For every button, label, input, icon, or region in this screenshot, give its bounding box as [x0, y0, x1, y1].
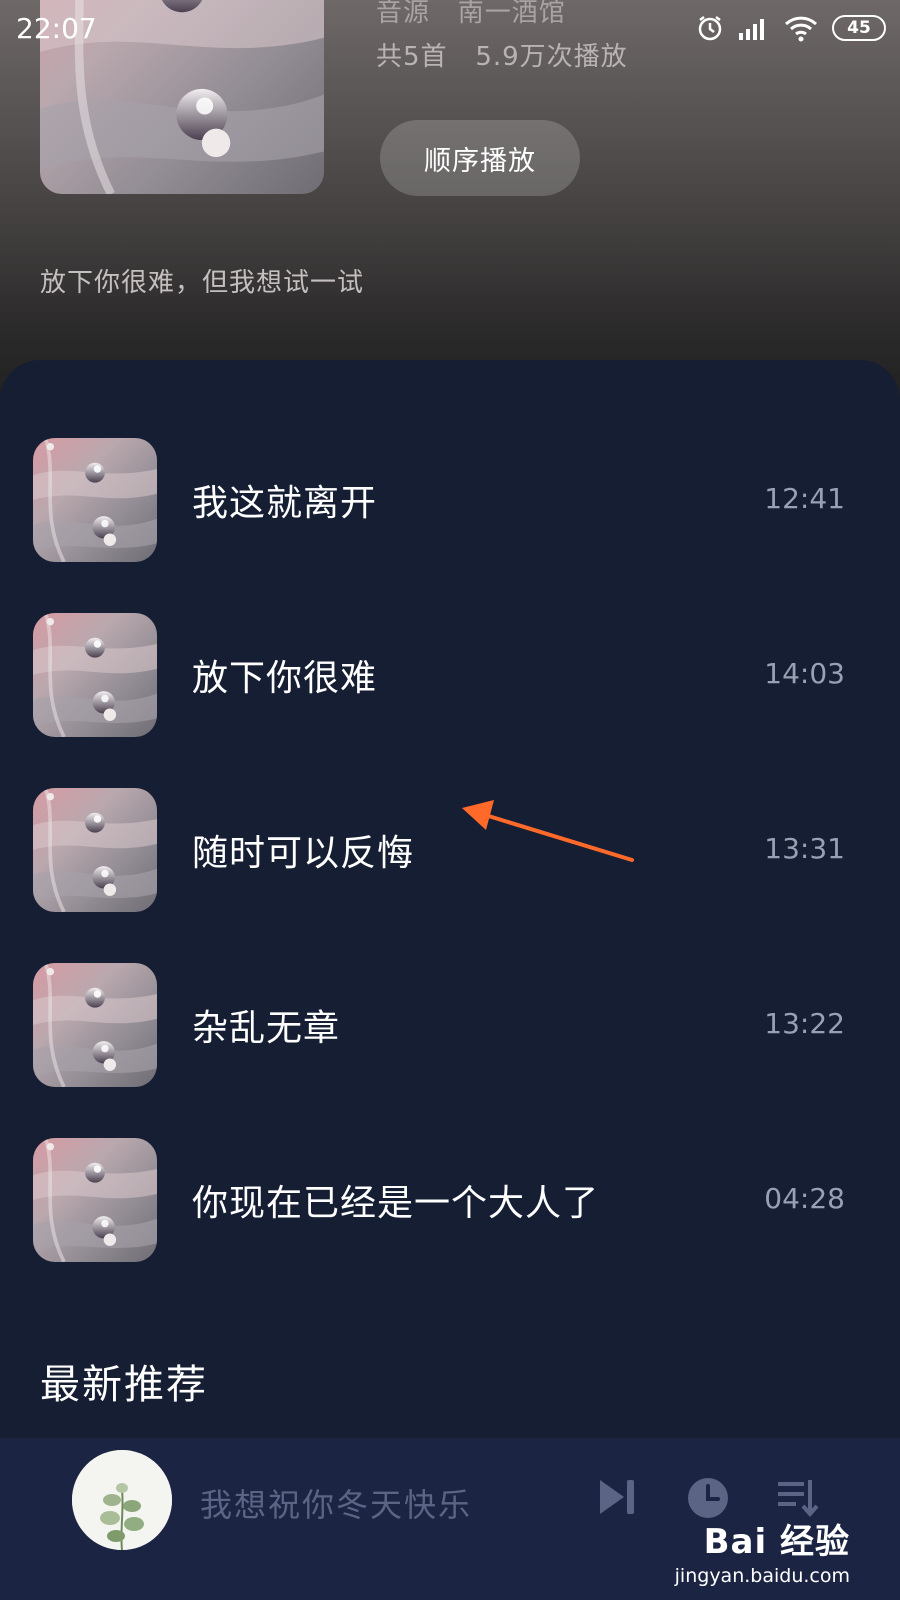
battery-icon: 45	[832, 15, 886, 41]
annotation-arrow-icon	[462, 800, 634, 862]
track-row[interactable]: 我这就离开 12:41	[0, 412, 900, 562]
track-cover	[33, 438, 157, 562]
track-row[interactable]: 你现在已经是一个大人了 04:28	[0, 1112, 900, 1262]
signal-icon	[738, 15, 770, 41]
player-cover[interactable]	[72, 1450, 172, 1550]
track-title: 你现在已经是一个大人了	[192, 1183, 600, 1224]
status-icons: 45	[696, 14, 886, 42]
track-title: 放下你很难	[192, 658, 378, 699]
track-cover	[33, 788, 157, 912]
mini-player[interactable]: 我想祝你冬天快乐 Bai 经验 jingyan.baidu.com	[0, 1438, 900, 1600]
track-cover	[33, 613, 157, 737]
track-title: 我这就离开	[192, 483, 378, 524]
watermark-brand: Bai 经验	[703, 1522, 850, 1562]
track-row[interactable]: 放下你很难 14:03	[0, 587, 900, 737]
album-source: 音源 南一酒馆	[376, 0, 566, 28]
track-duration: 13:31	[764, 832, 845, 865]
alarm-icon	[696, 14, 724, 42]
track-title: 随时可以反悔	[192, 833, 415, 874]
track-duration: 12:41	[764, 482, 845, 515]
track-duration: 14:03	[764, 657, 845, 690]
album-header: 22:07 45 音源 南一酒馆 共5首 5.9万次播放 顺序播放 放下你很难，…	[0, 0, 900, 420]
track-row[interactable]: 随时可以反悔 13:31	[0, 762, 900, 912]
album-page: 22:07 45 音源 南一酒馆 共5首 5.9万次播放 顺序播放 放下你很难，…	[0, 0, 900, 1600]
track-cover	[33, 963, 157, 1087]
skip-next-icon[interactable]	[596, 1476, 638, 1522]
watermark-url: jingyan.baidu.com	[674, 1565, 850, 1587]
track-row[interactable]: 杂乱无章 13:22	[0, 937, 900, 1087]
wifi-icon	[784, 14, 818, 42]
baidu-jingyan-watermark: Bai 经验 jingyan.baidu.com	[675, 1514, 850, 1587]
album-stats: 共5首 5.9万次播放	[376, 42, 628, 72]
sequential-play-button[interactable]: 顺序播放	[380, 120, 580, 196]
track-title: 杂乱无章	[192, 1008, 341, 1049]
track-cover	[33, 1138, 157, 1262]
latest-recommend-heading: 最新推荐	[40, 1362, 208, 1408]
now-playing-title: 我想祝你冬天快乐	[200, 1486, 473, 1524]
album-description: 放下你很难，但我想试一试	[40, 268, 365, 298]
track-duration: 13:22	[764, 1007, 845, 1040]
status-time: 22:07	[16, 12, 97, 45]
track-duration: 04:28	[764, 1182, 845, 1215]
